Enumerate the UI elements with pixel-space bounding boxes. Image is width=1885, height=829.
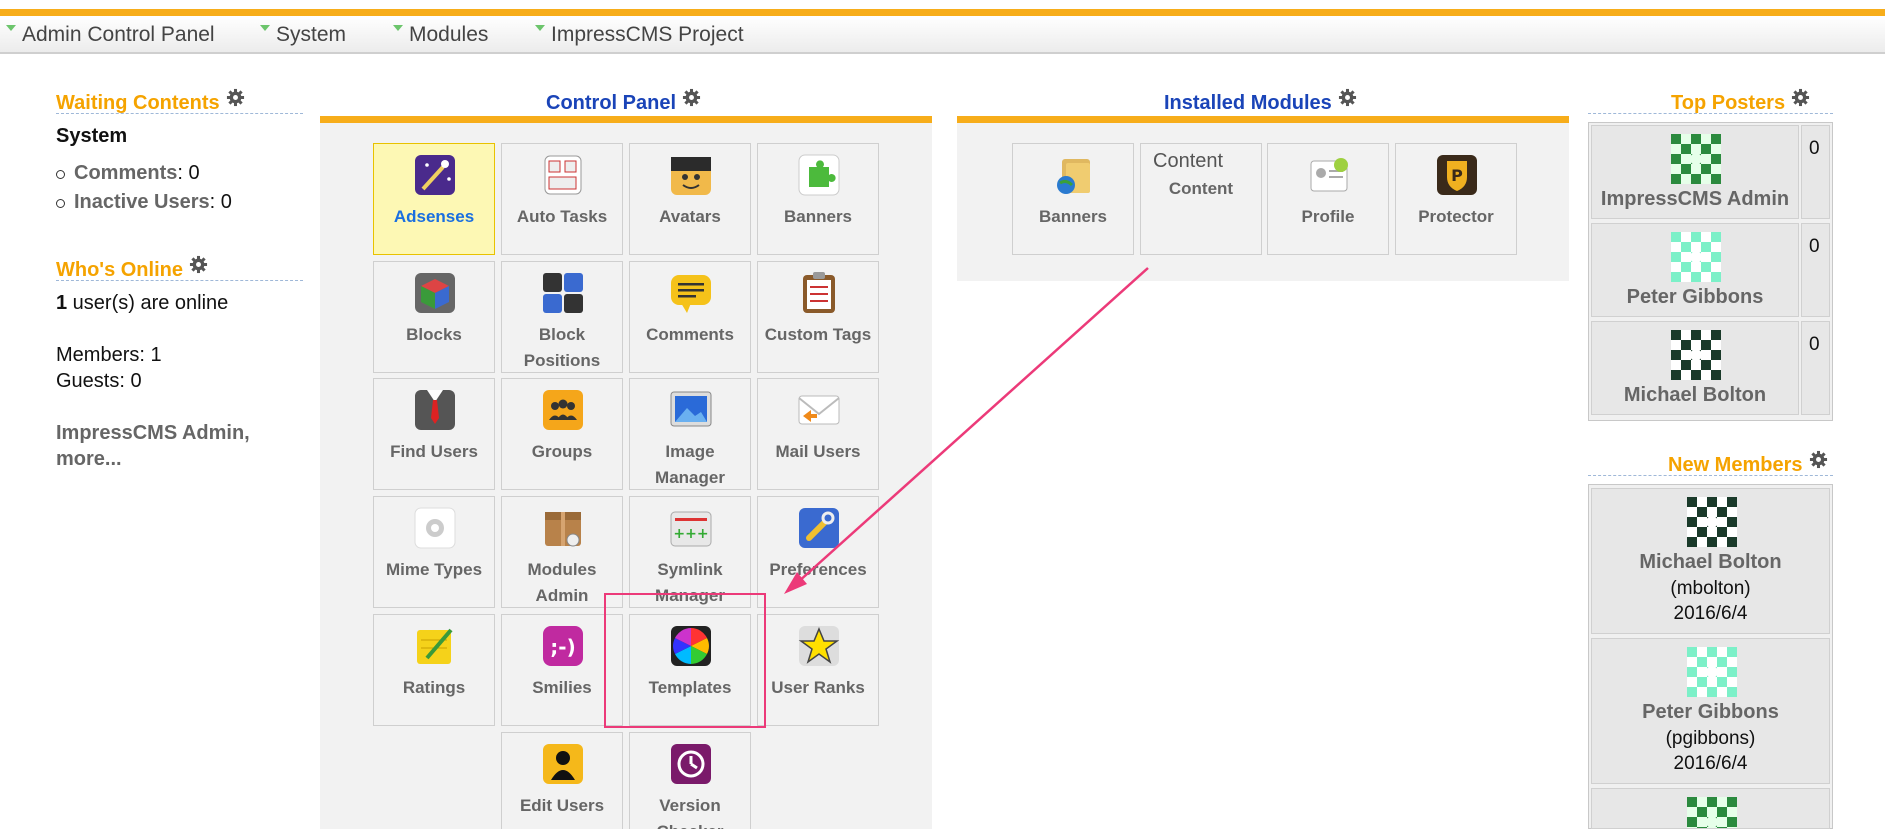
annotation-arrow-icon — [784, 267, 1149, 594]
